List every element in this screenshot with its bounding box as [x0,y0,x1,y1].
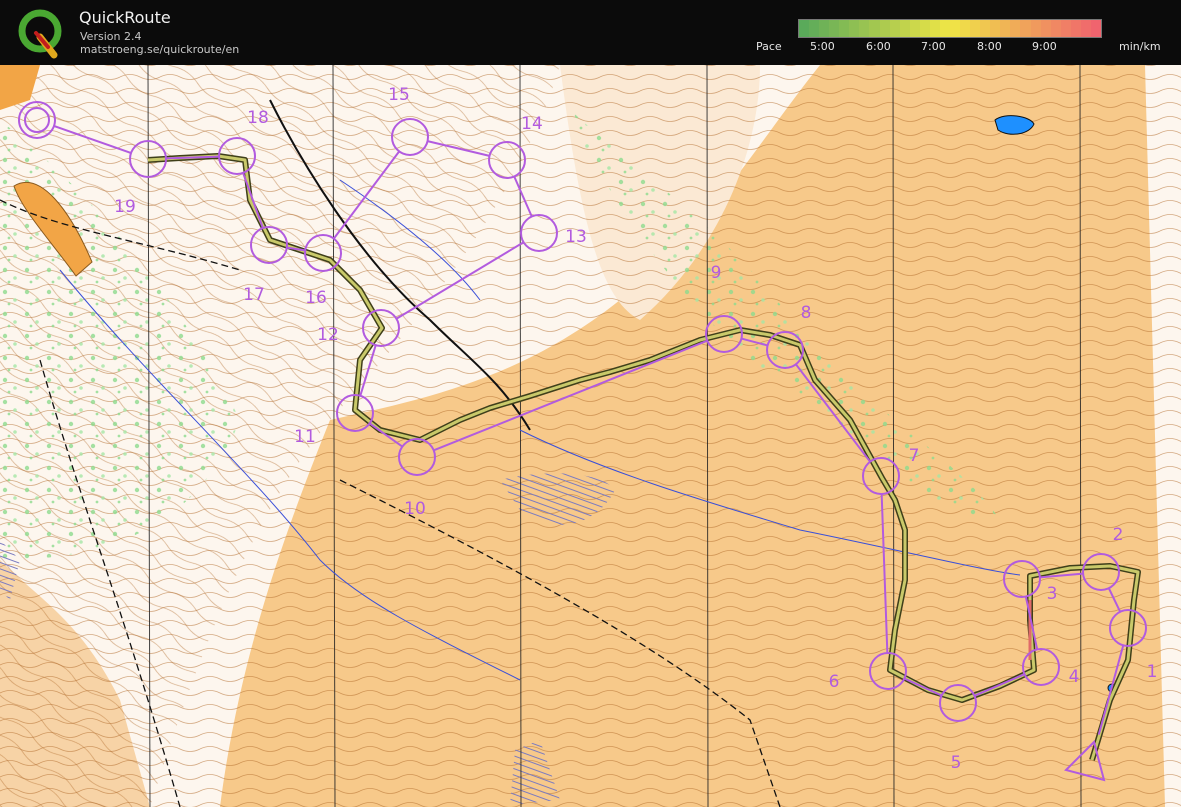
control-number-16: 16 [305,288,327,308]
control-number-11: 11 [294,427,316,447]
control-number-12: 12 [317,325,339,345]
app-title: QuickRoute [79,8,171,27]
pace-tick: 6:00 [866,40,891,53]
pace-legend-label: Pace [756,40,782,53]
pace-scale-segment [869,20,881,37]
pace-scale-segment [919,20,931,37]
pace-tick: 5:00 [810,40,835,53]
pace-scale-segment [849,20,860,37]
pace-tick: 8:00 [977,40,1002,53]
pace-scale-segment [879,20,891,37]
control-number-2: 2 [1113,525,1124,545]
app-version: Version 2.4 [80,30,142,43]
pace-scale-segment [859,20,870,37]
control-number-6: 6 [829,672,840,692]
pace-scale-segment [899,20,911,37]
pace-scale-segment [1000,20,1011,37]
pace-scale-segment [829,20,840,37]
quickroute-logo-icon [18,9,62,59]
control-number-14: 14 [521,114,543,134]
pace-scale-segment [1060,20,1072,37]
app-header: QuickRoute Version 2.4 matstroeng.se/qui… [0,0,1181,65]
pace-scale-segment [1010,20,1021,37]
orienteering-map[interactable]: 12345678910111213141516171819 [0,65,1181,807]
pace-scale-segment [839,20,850,37]
pace-scale-segment [990,20,1001,37]
control-number-15: 15 [388,85,410,105]
pace-scale-segment [819,20,830,37]
pace-scale-segment [799,20,810,37]
control-number-7: 7 [909,446,920,466]
pace-scale-segment [960,20,971,37]
pace-scale-segment [909,20,921,37]
pace-scale-segment [1080,20,1092,37]
control-number-18: 18 [247,108,269,128]
pace-scale-segment [1090,20,1102,37]
control-number-4: 4 [1069,667,1080,687]
control-number-8: 8 [801,303,812,323]
pace-scale-segment [929,20,941,37]
control-number-13: 13 [565,227,587,247]
pace-scale-segment [939,20,951,37]
pace-scale-segment [1070,20,1082,37]
control-number-19: 19 [114,197,136,217]
pace-scale-segment [889,20,901,37]
pace-scale-segment [1020,20,1032,37]
pace-color-scale [798,19,1102,38]
control-number-17: 17 [243,285,265,305]
pace-scale-segment [1030,20,1042,37]
pace-scale-segment [970,20,981,37]
pace-scale-segment [950,20,961,37]
control-number-3: 3 [1047,584,1058,604]
app-url[interactable]: matstroeng.se/quickroute/en [80,43,239,56]
pace-scale-segment [980,20,991,37]
pace-scale-segment [1050,20,1062,37]
pace-scale-segment [809,20,820,37]
control-number-5: 5 [951,753,962,773]
control-number-10: 10 [404,499,426,519]
pace-scale-segment [1040,20,1052,37]
pace-tick: 9:00 [1032,40,1057,53]
control-number-9: 9 [711,263,722,283]
pace-unit: min/km [1119,40,1161,53]
control-number-1: 1 [1147,662,1158,682]
pace-tick: 7:00 [921,40,946,53]
